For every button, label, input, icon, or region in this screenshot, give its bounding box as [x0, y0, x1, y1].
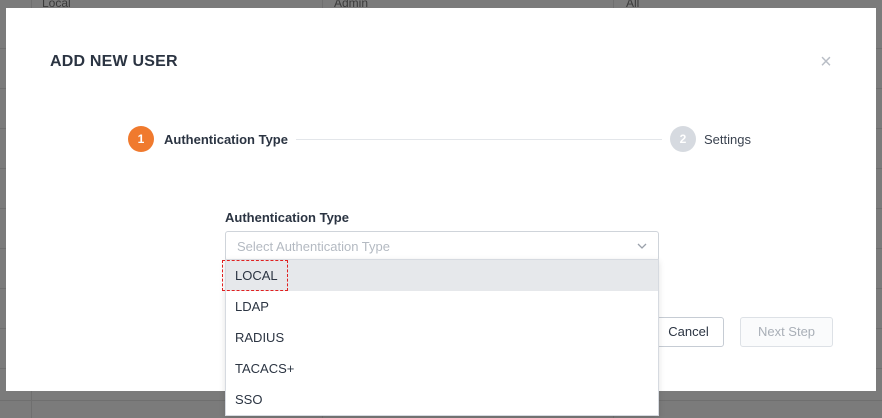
close-icon[interactable]: ×: [817, 52, 835, 72]
auth-type-select[interactable]: Select Authentication Type: [225, 231, 659, 261]
step-1-indicator: 1: [128, 126, 154, 152]
step-1-label: Authentication Type: [164, 132, 288, 147]
highlight-annotation: [222, 260, 288, 291]
step-2-indicator: 2: [670, 126, 696, 152]
auth-type-dropdown: LOCAL LDAP RADIUS TACACS+ SSO: [225, 259, 659, 416]
modal-title: ADD NEW USER: [50, 53, 178, 70]
option-ldap[interactable]: LDAP: [226, 291, 658, 322]
option-tacacs[interactable]: TACACS+: [226, 353, 658, 384]
option-sso[interactable]: SSO: [226, 384, 658, 415]
auth-type-label: Authentication Type: [225, 210, 349, 225]
cancel-button[interactable]: Cancel: [653, 317, 724, 347]
option-local[interactable]: LOCAL: [226, 260, 658, 291]
step-2-label: Settings: [704, 132, 751, 147]
chevron-down-icon: [637, 243, 647, 249]
auth-type-placeholder: Select Authentication Type: [237, 239, 390, 254]
option-radius[interactable]: RADIUS: [226, 322, 658, 353]
step-connector: [296, 139, 662, 140]
next-step-button[interactable]: Next Step: [740, 317, 833, 347]
